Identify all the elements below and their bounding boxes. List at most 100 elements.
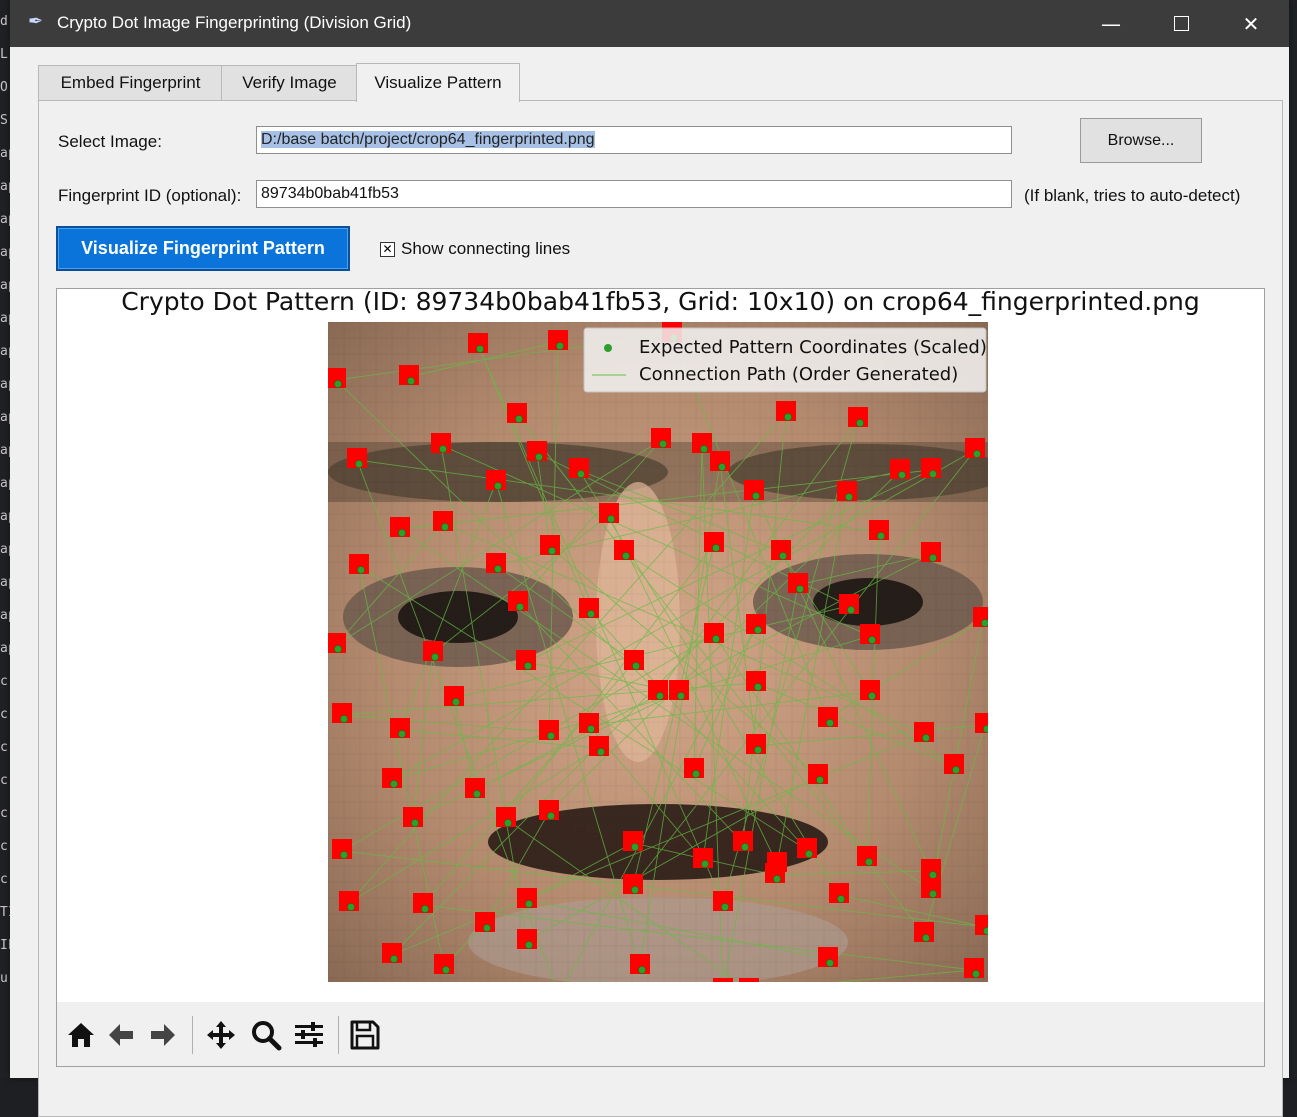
- fingerprint-dot: [349, 554, 369, 574]
- fingerprint-dot: [486, 470, 506, 490]
- expected-coordinate-point: [398, 529, 406, 537]
- expected-coordinate-point: [515, 415, 523, 423]
- expected-coordinate-point: [411, 819, 419, 827]
- expected-coordinate-point: [868, 636, 876, 644]
- fingerprint-dot: [579, 713, 599, 733]
- expected-coordinate-point: [973, 450, 981, 458]
- expected-coordinate-point: [845, 493, 853, 501]
- expected-coordinate-point: [929, 871, 937, 879]
- expected-coordinate-point: [837, 895, 845, 903]
- title-bar: ✒ Crypto Dot Image Fingerprinting (Divis…: [10, 0, 1289, 47]
- feather-icon: ✒: [28, 11, 44, 32]
- expected-coordinate-point: [692, 770, 700, 778]
- expected-coordinate-point: [631, 886, 639, 894]
- expected-coordinate-point: [547, 732, 555, 740]
- expected-coordinate-point: [712, 544, 720, 552]
- configure-icon[interactable]: [291, 1017, 327, 1053]
- fingerprint-dot: [921, 458, 941, 478]
- fingerprint-dot: [921, 542, 941, 562]
- expected-coordinate-point: [631, 843, 639, 851]
- fingerprint-dot: [328, 633, 346, 653]
- expected-coordinate-point: [868, 692, 876, 700]
- fingerprint-dot: [517, 888, 537, 908]
- expected-coordinate-point: [407, 377, 415, 385]
- fingerprint-dot: [486, 553, 506, 573]
- tab-visualize-pattern[interactable]: Visualize Pattern: [356, 63, 520, 102]
- maximize-button[interactable]: [1146, 0, 1216, 47]
- fingerprint-dot: [869, 520, 889, 540]
- fingerprint-dot: [332, 839, 352, 859]
- fingerprint-id-field[interactable]: 89734b0bab41fb53: [256, 180, 1012, 208]
- expected-coordinate-point: [981, 619, 988, 627]
- legend-dot-marker: [604, 344, 612, 352]
- expected-coordinate-point: [983, 927, 988, 935]
- expected-coordinate-point: [754, 626, 762, 634]
- red-dot-square: [713, 978, 733, 982]
- tab-verify-image[interactable]: Verify Image: [221, 65, 358, 100]
- expected-coordinate-point: [712, 635, 720, 643]
- fingerprint-dot: [797, 838, 817, 858]
- figure-title: Crypto Dot Pattern (ID: 89734b0bab41fb53…: [121, 288, 1200, 316]
- fingerprint-dot: [860, 624, 880, 644]
- show-lines-label[interactable]: Show connecting lines: [401, 239, 570, 259]
- fingerprint-dot: [857, 846, 877, 866]
- fingerprint-dot: [507, 403, 527, 423]
- expected-coordinate-point: [525, 941, 533, 949]
- fingerprint-dot: [921, 859, 941, 879]
- expected-coordinate-point: [796, 585, 804, 593]
- fingerprint-dot: [433, 511, 453, 531]
- show-lines-checkbox[interactable]: ✕: [380, 242, 395, 257]
- plot-legend: Expected Pattern Coordinates (Scaled) Co…: [583, 327, 987, 393]
- fingerprint-dot: [517, 929, 537, 949]
- fingerprint-dot: [965, 438, 985, 458]
- fingerprint-dot: [704, 532, 724, 552]
- visualize-button[interactable]: Visualize Fingerprint Pattern: [56, 226, 350, 271]
- fingerprint-hint: (If blank, tries to auto-detect): [1024, 186, 1241, 205]
- fingerprint-dot: [860, 680, 880, 700]
- forward-icon[interactable]: [145, 1017, 181, 1053]
- window-title: Crypto Dot Image Fingerprinting (Divisio…: [57, 13, 412, 32]
- expected-coordinate-point: [816, 776, 824, 784]
- expected-coordinate-point: [494, 482, 502, 490]
- fingerprint-id-label: Fingerprint ID (optional):: [58, 186, 242, 205]
- minimize-button[interactable]: —: [1076, 0, 1146, 47]
- close-button[interactable]: ✕: [1216, 0, 1286, 47]
- expected-coordinate-point: [476, 345, 484, 353]
- expected-coordinate-point: [524, 662, 532, 670]
- fingerprint-dot: [508, 591, 528, 611]
- expected-coordinate-point: [334, 645, 342, 653]
- fingerprint-dot: [710, 451, 730, 471]
- expected-coordinate-point: [784, 413, 792, 421]
- pattern-plot[interactable]: Expected Pattern Coordinates (Scaled) Co…: [328, 322, 988, 982]
- expected-coordinate-point: [638, 966, 646, 974]
- fingerprint-dot: [332, 703, 352, 723]
- fingerprint-dot: [692, 433, 712, 453]
- fingerprint-dot: [914, 722, 934, 742]
- pan-icon[interactable]: [203, 1017, 239, 1053]
- zoom-icon[interactable]: [248, 1017, 284, 1053]
- expected-coordinate-point: [587, 725, 595, 733]
- expected-coordinate-point: [922, 934, 930, 942]
- tab-embed-fingerprint[interactable]: Embed Fingerprint: [38, 65, 223, 100]
- fingerprint-dot: [837, 481, 857, 501]
- fingerprint-dot: [399, 365, 419, 385]
- close-icon: ✕: [1242, 11, 1260, 36]
- expected-coordinate-point: [421, 905, 429, 913]
- fingerprint-dot: [444, 686, 464, 706]
- fingerprint-dot: [589, 736, 609, 756]
- browse-button[interactable]: Browse...: [1080, 118, 1202, 163]
- back-icon[interactable]: [103, 1017, 139, 1053]
- fingerprint-dot: [527, 441, 547, 461]
- fingerprint-dot: [788, 573, 808, 593]
- expected-coordinate-point: [473, 790, 481, 798]
- home-icon[interactable]: [63, 1017, 99, 1053]
- save-icon[interactable]: [347, 1017, 383, 1053]
- image-path-field[interactable]: D:/base batch/project/crop64_fingerprint…: [256, 126, 1012, 154]
- expected-coordinate-point: [525, 900, 533, 908]
- background-glyph: L: [0, 47, 8, 62]
- fingerprint-dot: [624, 650, 644, 670]
- fingerprint-dot: [540, 535, 560, 555]
- fingerprint-dot: [921, 878, 941, 898]
- expected-coordinate-point: [826, 959, 834, 967]
- expected-coordinate-point: [494, 565, 502, 573]
